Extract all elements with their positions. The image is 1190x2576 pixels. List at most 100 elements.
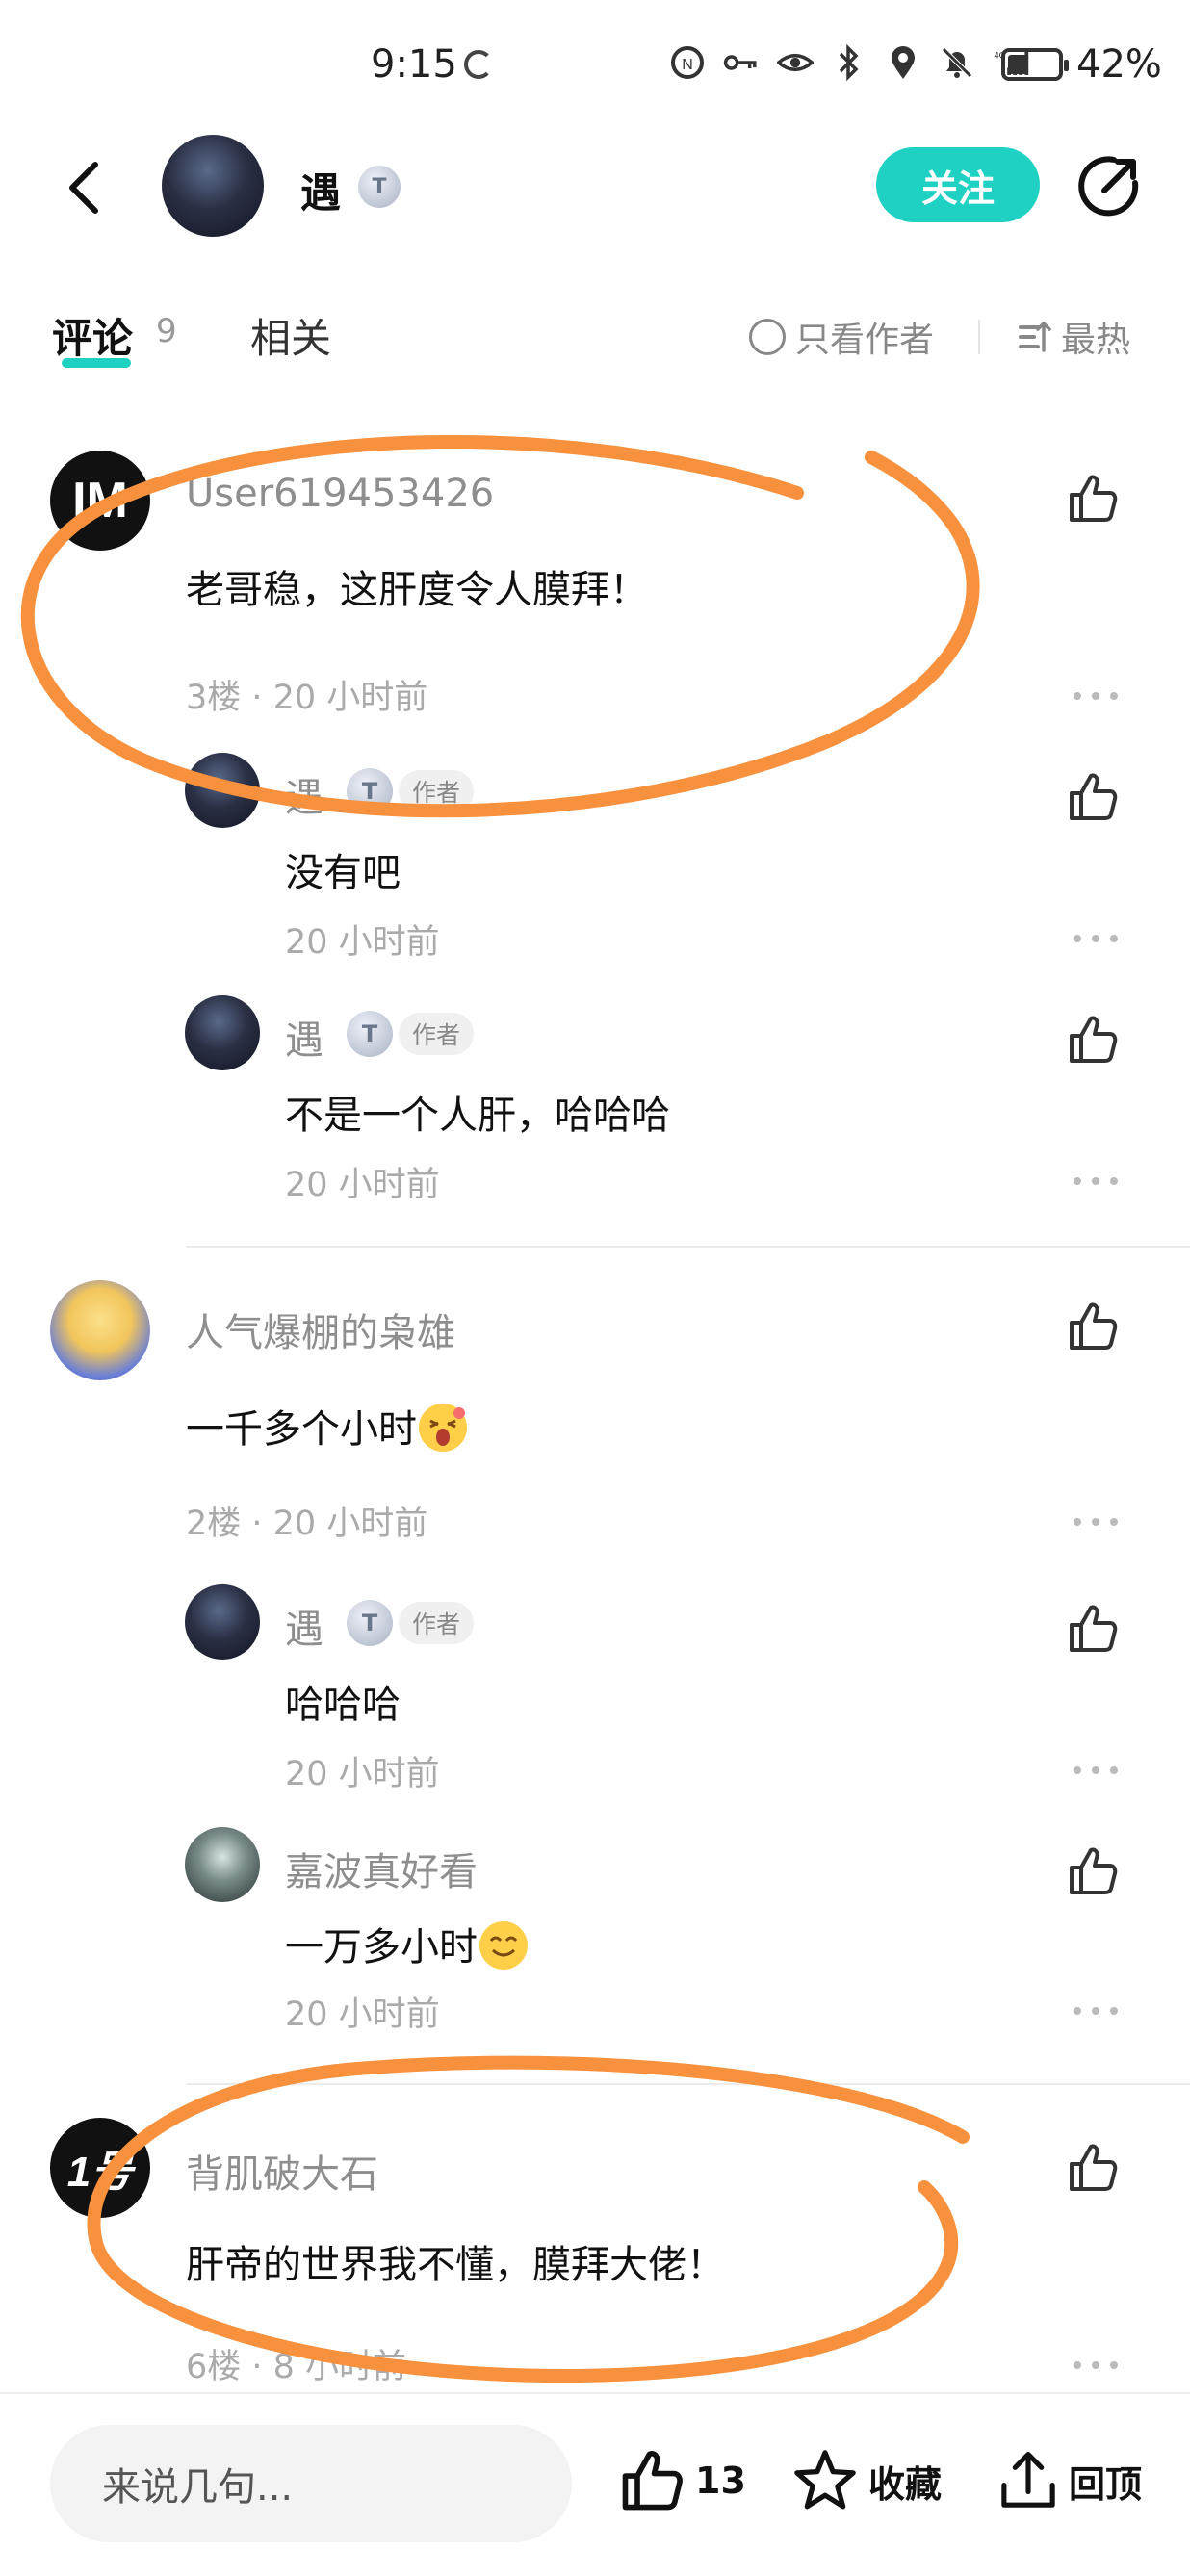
follow-button[interactable]: 关注: [876, 147, 1040, 222]
commenter-avatar[interactable]: 1号: [50, 2118, 150, 2218]
only-author-toggle[interactable]: 只看作者: [749, 312, 934, 362]
annotation-circle-top: [20, 435, 980, 818]
reply-meta: 20 小时前: [285, 1996, 440, 2034]
thumbs-up-icon: [1070, 475, 1118, 522]
more-options-button[interactable]: [1074, 2001, 1118, 2021]
comment-meta: 2楼 · 20 小时前: [186, 1505, 428, 1543]
key-icon: [723, 44, 760, 81]
thumbs-up-icon: [622, 2451, 683, 2511]
reply-text: 没有吧: [285, 851, 401, 895]
favorite-button[interactable]: 收藏: [791, 2442, 942, 2519]
commenter-avatar[interactable]: [50, 1280, 150, 1380]
level-badge: T: [347, 1600, 393, 1646]
author-tag: 作者: [399, 1013, 475, 1055]
reply-text: 一万多小时: [285, 1916, 528, 1973]
thumbs-up-icon: [1070, 2144, 1118, 2191]
bluetooth-icon: [831, 44, 867, 81]
status-time: 9:15: [371, 42, 457, 87]
reply-meta: 20 小时前: [285, 923, 440, 962]
star-icon: [794, 2450, 856, 2510]
thumbs-up-icon: [1070, 773, 1118, 820]
reply-avatar[interactable]: [185, 1584, 260, 1660]
favorite-label: 收藏: [868, 2462, 943, 2506]
more-options-button[interactable]: [1074, 1761, 1118, 1780]
upload-arrow-icon: [1001, 2452, 1055, 2508]
share-icon: [1078, 156, 1139, 217]
only-author-label: 只看作者: [795, 321, 935, 360]
reply-user-name[interactable]: 嘉波真好看: [285, 1841, 478, 1896]
sync-icon: [464, 50, 493, 79]
reply-user-name[interactable]: 遇: [285, 766, 323, 822]
back-to-top-button[interactable]: 回顶: [997, 2442, 1142, 2519]
comment-meta: 6楼 · 8 小时前: [186, 2348, 407, 2386]
commenter-name[interactable]: 人气爆棚的枭雄: [186, 1301, 455, 1357]
reply-avatar[interactable]: [185, 1827, 260, 1902]
tab-divider: [978, 320, 980, 354]
like-button[interactable]: [1064, 1842, 1122, 1900]
more-options-button[interactable]: [1074, 1172, 1118, 1191]
sort-icon: [1019, 322, 1051, 352]
comment-divider: [186, 1246, 1190, 1248]
dizzy-face-emoji: [419, 1404, 467, 1452]
thumbs-up-icon: [1070, 1605, 1118, 1652]
highlight-annotations: [20, 435, 980, 2383]
more-options-button[interactable]: [1074, 686, 1118, 706]
like-button[interactable]: [1064, 1298, 1122, 1355]
author-name[interactable]: 遇: [300, 161, 341, 219]
reply-text: 哈哈哈: [285, 1683, 401, 1727]
commenter-name[interactable]: User619453426: [186, 472, 494, 516]
more-options-button[interactable]: [1074, 1512, 1118, 1532]
bottom-action-bar: 来说几句... 13 收藏 回顶: [0, 2392, 1190, 2576]
more-options-button[interactable]: [1074, 2356, 1118, 2375]
more-options-button[interactable]: [1074, 929, 1118, 948]
post-like-button[interactable]: 13: [618, 2442, 746, 2519]
author-tag: 作者: [399, 1602, 475, 1644]
comment-tabs: 评论 9 相关 只看作者 最热: [0, 298, 1190, 375]
level-badge: T: [358, 166, 401, 208]
like-count: 13: [695, 2460, 746, 2502]
author-avatar[interactable]: [162, 135, 264, 237]
reply-meta: 20 小时前: [285, 1755, 440, 1793]
chevron-left-icon: [69, 162, 98, 214]
back-button[interactable]: [50, 154, 117, 221]
smile-face-emoji: [479, 1921, 528, 1970]
nfc-icon: N: [669, 44, 706, 81]
post-header: 遇 T 关注: [0, 135, 1190, 241]
thumbs-up-icon: [1070, 1302, 1118, 1350]
comment-divider: [186, 2083, 1190, 2085]
comments-count: 9: [156, 312, 177, 350]
comment-text: 肝帝的世界我不懂，膜拜大佬！: [186, 2243, 725, 2287]
like-button[interactable]: [1064, 1011, 1122, 1069]
comment-input[interactable]: 来说几句...: [50, 2425, 572, 2542]
author-tag: 作者: [399, 770, 475, 812]
share-button[interactable]: [1074, 152, 1143, 221]
comment-input-placeholder: 来说几句...: [102, 2465, 294, 2510]
reply-user-name[interactable]: 遇: [285, 1009, 323, 1065]
like-button[interactable]: [1064, 470, 1122, 528]
radio-icon: [749, 319, 786, 355]
svg-text:N: N: [682, 57, 693, 73]
comment-meta: 3楼 · 20 小时前: [186, 679, 428, 717]
status-icons: N 4G: [669, 44, 1029, 81]
like-button[interactable]: [1064, 768, 1122, 826]
thumbs-up-icon: [1070, 1847, 1118, 1894]
like-button[interactable]: [1064, 2139, 1122, 2197]
reply-avatar[interactable]: [185, 753, 260, 828]
tab-comments[interactable]: 评论: [52, 306, 133, 365]
thumbs-up-icon: [1070, 1016, 1118, 1063]
tab-related[interactable]: 相关: [250, 306, 331, 365]
level-badge: T: [347, 768, 393, 814]
sort-hot-button[interactable]: 最热: [1015, 312, 1130, 362]
like-button[interactable]: [1064, 1600, 1122, 1658]
eye-icon: [777, 44, 814, 81]
tab-active-indicator: [62, 358, 131, 368]
back-to-top-label: 回顶: [1069, 2462, 1143, 2506]
commenter-avatar[interactable]: IM: [50, 451, 150, 551]
mute-bell-icon: [939, 44, 975, 81]
location-icon: [885, 44, 921, 81]
level-badge: T: [347, 1011, 393, 1057]
commenter-name[interactable]: 背肌破大石: [186, 2143, 378, 2199]
reply-user-name[interactable]: 遇: [285, 1598, 323, 1654]
reply-avatar[interactable]: [185, 995, 260, 1070]
comment-text: 一千多个小时: [186, 1398, 467, 1455]
